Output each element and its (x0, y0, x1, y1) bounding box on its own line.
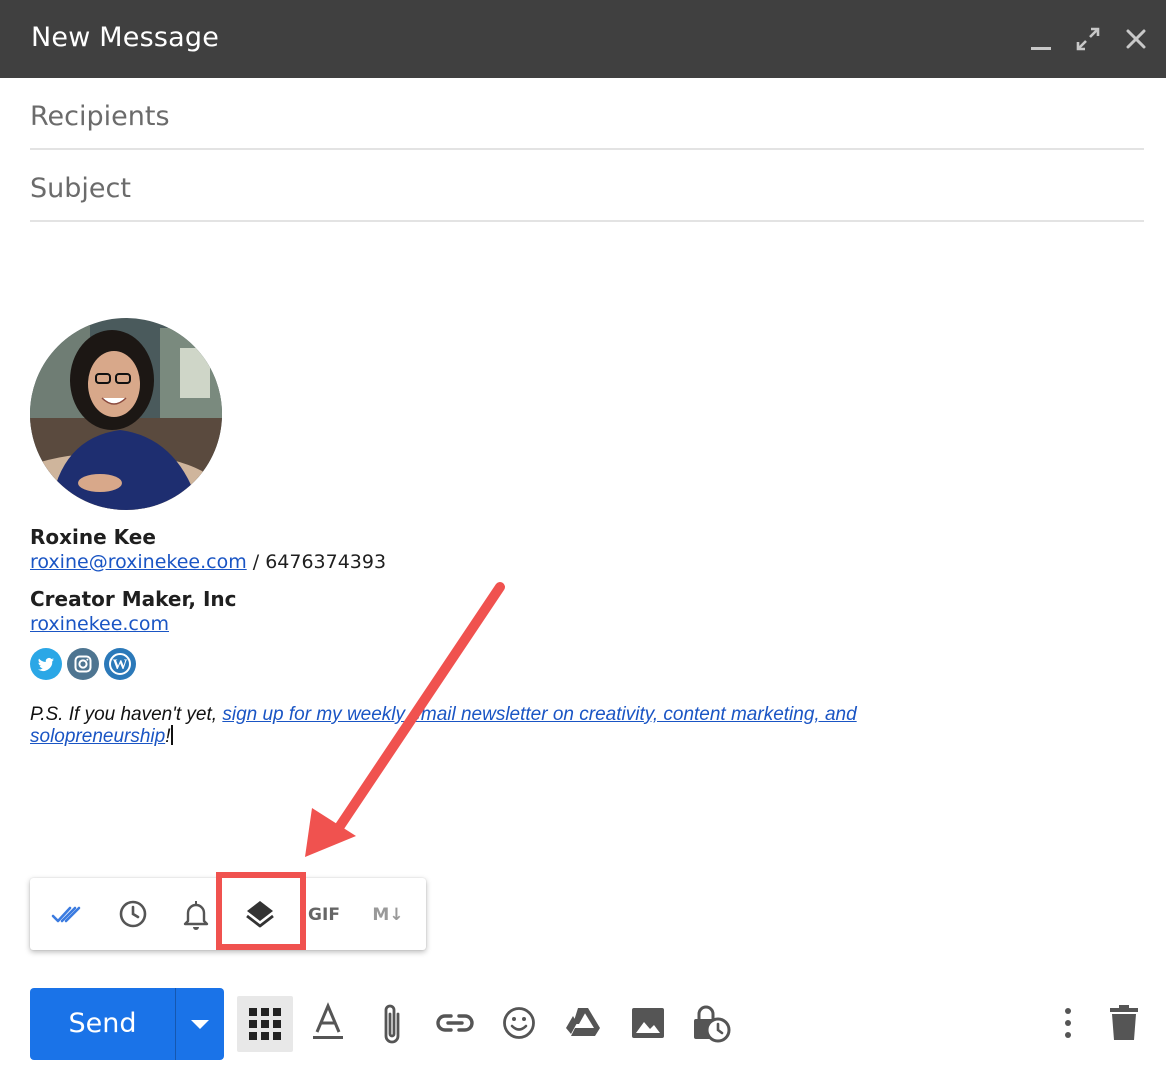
text-cursor (171, 725, 174, 745)
confidential-mode-icon[interactable] (683, 996, 739, 1052)
text-format-icon[interactable] (300, 996, 356, 1052)
close-icon[interactable] (1121, 24, 1151, 54)
attachment-icon[interactable] (364, 996, 420, 1052)
twitter-icon[interactable] (30, 648, 62, 680)
link-icon[interactable] (427, 996, 483, 1052)
extension-toolbar: GIF M↓ (30, 878, 426, 950)
gif-icon[interactable]: GIF (304, 896, 350, 932)
signature-separator: / (246, 551, 266, 573)
chevron-down-icon (191, 1020, 209, 1029)
recipients-input[interactable] (30, 96, 1130, 136)
svg-text:W: W (113, 657, 128, 673)
apps-grid-icon[interactable] (237, 996, 293, 1052)
emoji-icon[interactable] (491, 996, 547, 1052)
ps-prefix: P.S. If you haven't yet, (30, 704, 223, 725)
signature-email-link[interactable]: roxine@roxinekee.com (30, 551, 247, 573)
signature-phone: 6476374393 (265, 551, 387, 573)
compose-titlebar: New Message (0, 0, 1166, 78)
recipients-row (30, 78, 1144, 150)
clock-icon[interactable] (112, 896, 152, 932)
ps-suffix: ! (165, 726, 171, 747)
gif-label: GIF (308, 905, 340, 925)
drive-icon[interactable] (555, 996, 611, 1052)
trash-icon[interactable] (1096, 996, 1152, 1052)
signature-company: Creator Maker, Inc (30, 587, 237, 611)
wordpress-icon[interactable]: W (104, 648, 136, 680)
instagram-icon[interactable] (67, 648, 99, 680)
signature-website-link[interactable]: roxinekee.com (30, 613, 169, 635)
markdown-label: M↓ (372, 905, 403, 925)
signature-name: Roxine Kee (30, 525, 156, 549)
layers-icon[interactable] (240, 896, 280, 932)
subject-row (30, 150, 1144, 222)
signature-contact: roxine@roxinekee.com / 6476374393 (30, 551, 386, 573)
markdown-icon[interactable]: M↓ (366, 896, 412, 932)
bell-icon[interactable] (176, 896, 216, 932)
subject-input[interactable] (30, 168, 1130, 208)
photo-icon[interactable] (619, 996, 675, 1052)
send-options-button[interactable] (176, 988, 224, 1060)
double-check-icon[interactable] (48, 896, 88, 932)
expand-icon[interactable] (1073, 24, 1103, 54)
ps-paragraph: P.S. If you haven't yet, sign up for my … (30, 704, 930, 747)
more-options-icon[interactable] (1040, 996, 1096, 1052)
send-button[interactable]: Send (30, 988, 175, 1060)
minimize-icon[interactable] (1026, 24, 1056, 54)
compose-title: New Message (31, 22, 220, 53)
signature-avatar (30, 318, 222, 510)
